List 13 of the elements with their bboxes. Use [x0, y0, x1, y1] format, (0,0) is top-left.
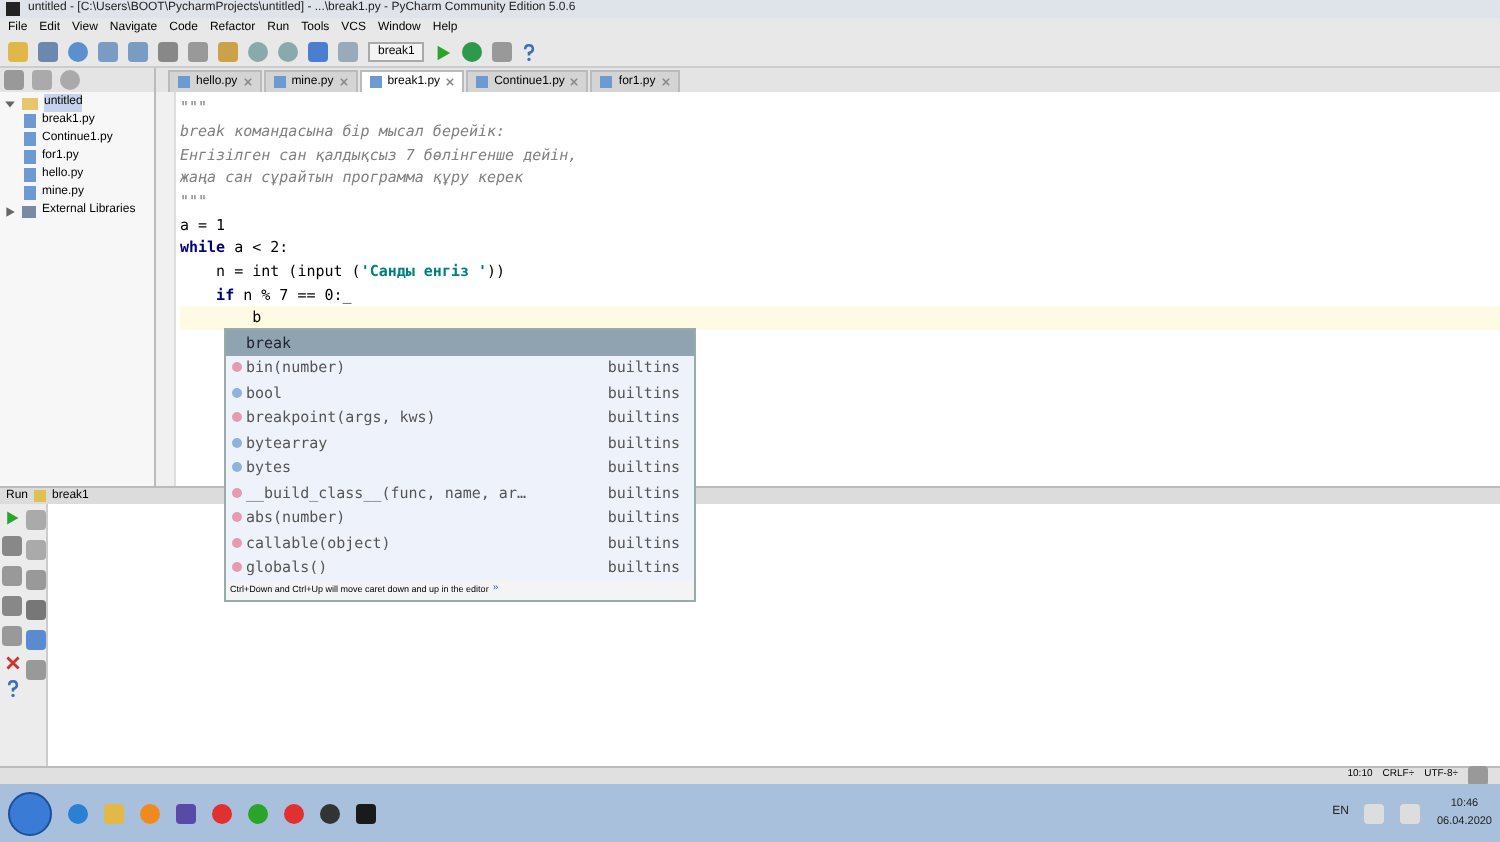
close-icon[interactable]: [446, 78, 455, 86]
help-icon[interactable]: [522, 43, 537, 61]
rerun-icon[interactable]: [4, 510, 20, 526]
close-icon[interactable]: [5, 656, 19, 670]
close-icon[interactable]: [661, 78, 670, 86]
expander-icon[interactable]: [4, 205, 16, 217]
start-button[interactable]: [8, 791, 52, 835]
expander-icon[interactable]: [4, 97, 16, 109]
close-icon[interactable]: [570, 78, 579, 86]
close-icon[interactable]: [339, 78, 348, 86]
close-icon[interactable]: [243, 78, 252, 86]
run-icon[interactable]: [434, 43, 453, 61]
help-icon[interactable]: [5, 680, 19, 698]
